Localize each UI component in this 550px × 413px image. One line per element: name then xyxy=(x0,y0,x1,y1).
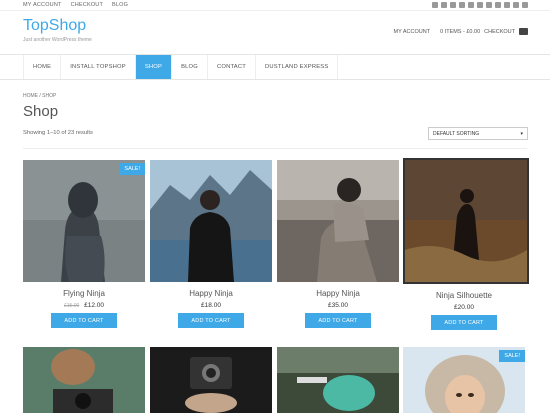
product-name[interactable]: Flying Ninja xyxy=(23,289,145,298)
nav-item-dustland-express[interactable]: DUSTLAND EXPRESS xyxy=(256,55,339,79)
top-link-blog[interactable]: BLOG xyxy=(112,2,128,8)
header-checkout-link[interactable]: CHECKOUT xyxy=(484,29,515,35)
linkedin-icon[interactable] xyxy=(486,2,492,8)
product-card[interactable]: Happy Ninja £35.00 ADD TO CART xyxy=(277,160,399,328)
product-card[interactable] xyxy=(277,347,399,413)
mail-icon[interactable] xyxy=(432,2,438,8)
product-card[interactable]: SALE! xyxy=(403,347,525,413)
tumblr-icon[interactable] xyxy=(513,2,519,8)
add-to-cart-button[interactable]: ADD TO CART xyxy=(51,313,117,328)
product-price: £20.00 xyxy=(454,304,474,311)
product-image[interactable] xyxy=(277,347,399,413)
product-name[interactable]: Ninja Silhouette xyxy=(403,291,525,300)
product-image[interactable] xyxy=(150,160,272,282)
product-name[interactable]: Happy Ninja xyxy=(277,289,399,298)
flickr-icon[interactable] xyxy=(522,2,528,8)
chevron-down-icon: ▾ xyxy=(520,130,523,137)
product-image[interactable]: SALE! xyxy=(23,160,145,282)
page-title: Shop xyxy=(23,103,59,120)
breadcrumb: HOME / SHOP xyxy=(23,93,57,99)
divider xyxy=(23,148,527,149)
result-count: Showing 1–10 of 23 results xyxy=(23,130,93,136)
google-plus-icon[interactable] xyxy=(468,2,474,8)
product-name[interactable]: Happy Ninja xyxy=(150,289,272,298)
sale-badge: SALE! xyxy=(499,350,525,362)
product-image[interactable] xyxy=(23,347,145,413)
product-old-price: £15.00 xyxy=(64,303,80,309)
top-link-checkout[interactable]: CHECKOUT xyxy=(71,2,103,8)
facebook-icon[interactable] xyxy=(450,2,456,8)
nav-item-blog[interactable]: BLOG xyxy=(172,55,208,79)
main-nav: HOME INSTALL TOPSHOP SHOP BLOG CONTACT D… xyxy=(0,54,550,80)
sale-badge: SALE! xyxy=(119,163,145,175)
header-cart[interactable]: 0 ITEMS - £0.00 CHECKOUT xyxy=(440,28,528,35)
product-card[interactable]: SALE! Flying Ninja £15.00 £12.00 ADD TO … xyxy=(23,160,145,328)
product-price: £35.00 xyxy=(328,302,348,309)
top-bar: MY ACCOUNT CHECKOUT BLOG xyxy=(0,0,550,11)
add-to-cart-button[interactable]: ADD TO CART xyxy=(178,313,244,328)
pinterest-icon[interactable] xyxy=(504,2,510,8)
instagram-icon[interactable] xyxy=(495,2,501,8)
product-image[interactable] xyxy=(150,347,272,413)
sorting-select[interactable]: DEFAULT SORTING ▾ xyxy=(428,127,528,140)
header-my-account-link[interactable]: MY ACCOUNT xyxy=(394,29,431,35)
youtube-icon[interactable] xyxy=(477,2,483,8)
nav-item-install-topshop[interactable]: INSTALL TOPSHOP xyxy=(61,55,136,79)
product-price: £18.00 xyxy=(201,302,221,309)
product-card[interactable]: Happy Ninja £18.00 ADD TO CART xyxy=(150,160,272,328)
cart-summary[interactable]: 0 ITEMS - £0.00 xyxy=(440,29,480,35)
nav-item-contact[interactable]: CONTACT xyxy=(208,55,256,79)
product-sale-price: £12.00 xyxy=(84,302,104,309)
social-icons xyxy=(432,2,528,8)
product-price: £15.00 £12.00 xyxy=(23,302,145,309)
product-card[interactable]: Ninja Silhouette £20.00 ADD TO CART xyxy=(403,158,529,330)
add-to-cart-button[interactable]: ADD TO CART xyxy=(305,313,371,328)
site-logo[interactable]: TopShop xyxy=(23,17,86,35)
top-links: MY ACCOUNT CHECKOUT BLOG xyxy=(23,2,128,8)
rss-icon[interactable] xyxy=(441,2,447,8)
product-card[interactable] xyxy=(150,347,272,413)
sorting-selected: DEFAULT SORTING xyxy=(433,130,480,137)
site-tagline: Just another WordPress theme xyxy=(23,37,92,43)
nav-item-home[interactable]: HOME xyxy=(23,55,62,79)
header-account-area: MY ACCOUNT 0 ITEMS - £0.00 CHECKOUT xyxy=(394,28,528,35)
twitter-icon[interactable] xyxy=(459,2,465,8)
nav-item-shop[interactable]: SHOP xyxy=(135,55,173,79)
product-card[interactable] xyxy=(23,347,145,413)
product-image[interactable] xyxy=(403,158,529,284)
cart-icon[interactable] xyxy=(519,28,528,35)
product-image[interactable] xyxy=(277,160,399,282)
add-to-cart-button[interactable]: ADD TO CART xyxy=(431,315,497,330)
top-link-my-account[interactable]: MY ACCOUNT xyxy=(23,2,62,8)
product-image[interactable]: SALE! xyxy=(403,347,525,413)
